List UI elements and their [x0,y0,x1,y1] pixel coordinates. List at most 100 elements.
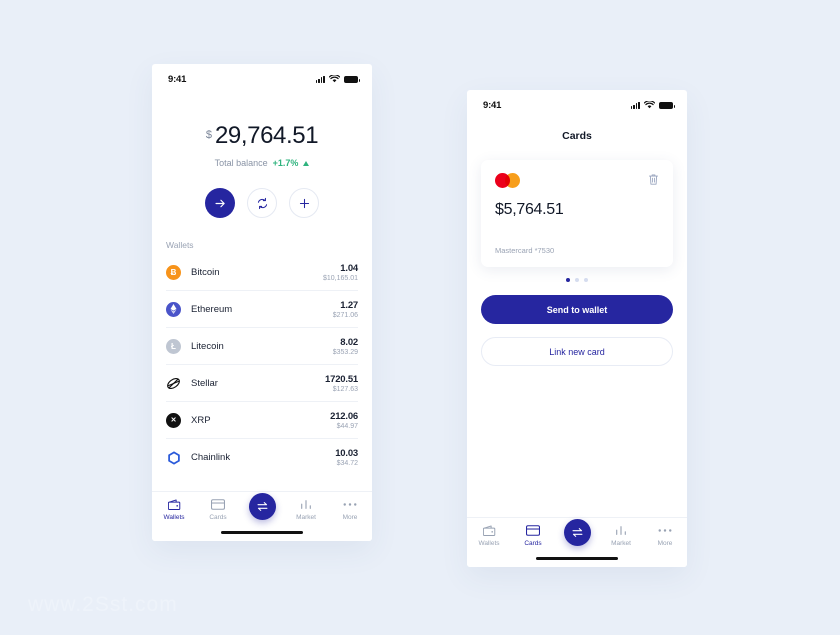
bitcoin-glyph: Ƀ [170,267,177,277]
link-new-card-button[interactable]: Link new card [481,337,673,366]
battery-icon [659,102,675,109]
card-meta: Mastercard *7530 [495,246,555,255]
xrp-glyph: ✕ [170,417,177,424]
tab-label: Wallets [478,540,500,547]
wallet-row[interactable]: Ł Litecoin 8.02 $353.29 [166,328,358,365]
wallet-amount: 1.27 [340,299,358,311]
wallet-fiat: $353.29 [332,348,358,356]
home-indicator [536,556,618,560]
balance-caption: Total balance [214,158,268,168]
ellipsis-icon [658,524,672,537]
wallet-name: XRP [191,414,211,426]
tab-wallets[interactable]: Wallets [469,524,509,547]
quick-actions [152,188,372,218]
wallet-row[interactable]: Stellar 1720.51 $127.63 [166,365,358,402]
exchange-icon [257,502,267,511]
tab-cards[interactable]: Cards [198,498,238,521]
site-watermark: www.2Sst.com [28,593,178,616]
wallets-section-label: Wallets [166,240,194,250]
wallet-fiat: $127.63 [332,385,358,393]
send-to-wallet-button[interactable]: Send to wallet [481,295,673,324]
wallet-name: Litecoin [191,340,224,352]
chainlink-icon [166,450,181,465]
home-indicator [221,530,303,534]
wallet-row[interactable]: Ƀ Bitcoin 1.04 $10,165.01 [166,254,358,291]
tab-more[interactable]: More [330,498,370,521]
wallet-amount: 8.02 [340,336,358,348]
wallet-amount: 1.04 [340,262,358,274]
trash-icon[interactable] [648,173,659,186]
tab-label: Market [296,514,316,521]
balance-change: +1.7% [272,158,299,168]
market-bars-icon [615,524,627,537]
wallet-row[interactable]: Ethereum 1.27 $271.06 [166,291,358,328]
total-balance-amount: 29,764.51 [214,122,319,149]
arrow-right-icon [214,199,225,207]
wallet-amount: 212.06 [330,410,358,422]
wallet-row[interactable]: ✕ XRP 212.06 $44.97 [166,402,358,439]
wallet-row[interactable]: Chainlink 10.03 $34.72 [166,439,358,476]
page-title: Cards [562,130,592,142]
wallet-name: Ethereum [191,303,233,315]
xrp-icon: ✕ [166,412,181,428]
plus-icon [299,198,309,208]
pagination-dot[interactable] [584,278,588,282]
exchange-button[interactable] [247,188,277,218]
status-time: 9:41 [168,73,187,85]
exchange-icon [572,528,582,537]
wifi-icon [329,75,340,83]
wallet-amount: 1720.51 [325,373,358,385]
wallet-icon [482,524,496,537]
wallet-icon [167,498,181,511]
card-icon [526,524,540,537]
card-tile[interactable]: $5,764.51 Mastercard *7530 [481,160,673,267]
wallet-name: Stellar [191,377,218,389]
pagination-dot[interactable] [575,278,579,282]
wallet-fiat: $10,165.01 [322,274,358,282]
ellipsis-icon [343,498,357,511]
litecoin-glyph: Ł [171,341,176,351]
exchange-fab-button[interactable] [248,493,276,520]
wallet-name: Chainlink [191,452,231,463]
tab-exchange[interactable] [242,493,282,523]
currency-symbol: $ [205,129,212,141]
tab-market[interactable]: Market [286,498,326,521]
tab-label: More [342,514,358,521]
market-bars-icon [300,498,312,511]
triangle-up-icon [303,160,310,166]
wallet-fiat: $271.06 [332,311,358,319]
wallet-amount: 10.03 [335,448,358,459]
ethereum-icon [166,301,181,317]
litecoin-icon: Ł [166,338,181,354]
tab-cards[interactable]: Cards [513,524,553,547]
stellar-icon [166,375,181,391]
tab-wallets[interactable]: Wallets [154,498,194,521]
exchange-fab-button[interactable] [563,519,591,546]
wallet-fiat: $34.72 [336,460,358,467]
wifi-icon [644,101,655,109]
phone-screen-wallets: 9:41 $ 29,764.51 Total balance +1.7% Wal… [152,64,372,541]
tab-market[interactable]: Market [601,524,641,547]
status-bar: 9:41 [467,90,687,114]
refresh-swap-icon [257,197,267,209]
bitcoin-icon: Ƀ [166,264,181,280]
tab-label: Cards [209,514,227,521]
send-button[interactable] [205,188,235,218]
phone-screen-cards: 9:41 Cards $5,764.51 Mastercard *7530 Se… [467,90,687,567]
wallet-fiat: $44.97 [336,422,358,430]
signal-bars-icon [630,101,640,109]
tab-exchange[interactable] [557,519,597,549]
mastercard-icon [495,173,520,188]
card-balance: $5,764.51 [495,201,564,218]
wallet-name: Bitcoin [191,266,220,278]
pagination-dot[interactable] [566,278,570,282]
tab-label: Wallets [163,514,185,521]
status-bar: 9:41 [152,64,372,88]
status-time: 9:41 [483,99,502,111]
add-button[interactable] [289,188,319,218]
tab-more[interactable]: More [645,524,685,547]
signal-bars-icon [315,75,325,83]
balance-block: $ 29,764.51 Total balance +1.7% [152,88,372,168]
carousel-pagination[interactable] [467,278,687,282]
card-icon [211,498,225,511]
